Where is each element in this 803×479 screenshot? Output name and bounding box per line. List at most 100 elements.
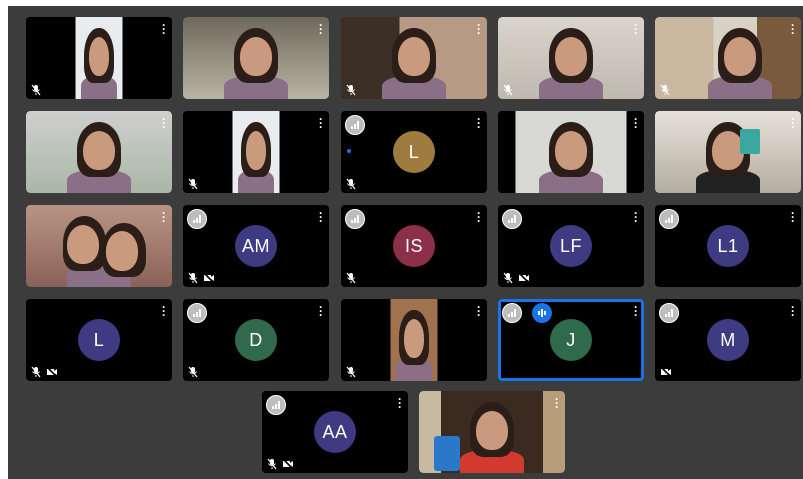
participant-avatar: AM bbox=[235, 225, 277, 267]
participant-tile[interactable]: · · · bbox=[341, 17, 487, 99]
participant-avatar: IS bbox=[393, 225, 435, 267]
menu-dot: · bbox=[634, 26, 638, 40]
participant-tile[interactable]: J · · · bbox=[498, 299, 644, 381]
speaking-indicator-icon bbox=[532, 303, 552, 323]
more-options-icon[interactable]: · · · bbox=[318, 19, 324, 40]
participant-video bbox=[183, 17, 329, 99]
participant-tile[interactable]: · · · bbox=[26, 17, 172, 99]
more-options-icon[interactable]: · · · bbox=[318, 301, 324, 322]
participant-tile[interactable]: · · · bbox=[26, 111, 172, 193]
participant-avatar: L bbox=[393, 131, 435, 173]
participant-tile[interactable]: · · · bbox=[498, 17, 644, 99]
mic-muted-icon bbox=[346, 366, 356, 378]
menu-dot: · bbox=[398, 400, 402, 414]
menu-dot: · bbox=[477, 308, 481, 322]
participant-tile[interactable]: L · · · bbox=[341, 111, 487, 193]
mic-muted-icon bbox=[188, 178, 198, 190]
participant-avatar: LF bbox=[550, 225, 592, 267]
participant-video bbox=[341, 17, 487, 99]
participant-tile[interactable]: M · · · bbox=[655, 299, 801, 381]
person-face bbox=[245, 130, 267, 171]
participant-status bbox=[188, 178, 198, 190]
participant-tile[interactable]: AA · · · bbox=[262, 391, 408, 473]
more-options-icon[interactable]: · · · bbox=[633, 113, 639, 134]
camera-off-icon bbox=[518, 273, 530, 283]
participant-tile[interactable]: AM · · · bbox=[183, 205, 329, 287]
menu-dot: · bbox=[162, 26, 166, 40]
participant-tile[interactable]: · · · bbox=[655, 17, 801, 99]
mic-muted-icon bbox=[31, 84, 41, 96]
more-options-icon[interactable]: · · · bbox=[554, 393, 560, 414]
camera-off-icon bbox=[282, 459, 294, 469]
menu-dot: · bbox=[791, 308, 795, 322]
participant-video bbox=[341, 299, 487, 381]
teal-mug bbox=[739, 129, 761, 154]
participant-video bbox=[655, 111, 801, 193]
menu-dot: · bbox=[319, 26, 323, 40]
participant-tile[interactable]: L1 · · · bbox=[655, 205, 801, 287]
more-options-icon[interactable]: · · · bbox=[161, 301, 167, 321]
signal-strength-icon bbox=[345, 209, 365, 229]
more-options-icon[interactable]: · · · bbox=[318, 113, 324, 133]
mic-muted-icon bbox=[188, 272, 198, 284]
participant-tile[interactable]: · · · bbox=[183, 17, 329, 99]
more-options-icon[interactable]: · · · bbox=[476, 301, 482, 322]
participant-status bbox=[346, 272, 356, 284]
participant-tile[interactable]: · · · bbox=[183, 111, 329, 193]
participant-tile[interactable]: · · · bbox=[655, 111, 801, 193]
mic-muted-icon bbox=[346, 272, 356, 284]
more-options-icon[interactable]: · · · bbox=[161, 19, 167, 40]
blue-can bbox=[433, 436, 460, 471]
more-options-icon[interactable]: · · · bbox=[161, 113, 167, 133]
mic-muted-icon bbox=[503, 84, 513, 96]
person-face bbox=[554, 130, 588, 171]
participant-video bbox=[26, 17, 172, 99]
menu-dot: · bbox=[319, 308, 323, 322]
more-options-icon[interactable]: · · · bbox=[476, 207, 482, 227]
menu-dot: · bbox=[634, 120, 638, 134]
person-face bbox=[88, 36, 110, 77]
mic-muted-icon bbox=[660, 84, 670, 96]
participant-tile[interactable]: IS · · · bbox=[341, 205, 487, 287]
participant-status bbox=[188, 366, 198, 378]
participant-status bbox=[660, 366, 672, 378]
participant-status bbox=[503, 84, 513, 96]
more-options-icon[interactable]: · · · bbox=[318, 207, 324, 227]
more-options-icon[interactable]: · · · bbox=[476, 113, 482, 133]
menu-dot: · bbox=[555, 400, 559, 414]
person-face bbox=[66, 224, 99, 265]
person-face bbox=[397, 36, 431, 77]
signal-strength-icon bbox=[187, 209, 207, 229]
more-options-icon[interactable]: · · · bbox=[633, 301, 639, 321]
participant-video bbox=[26, 111, 172, 193]
participant-tile[interactable]: D · · · bbox=[183, 299, 329, 381]
mic-muted-icon bbox=[346, 84, 356, 96]
camera-off-icon bbox=[203, 273, 215, 283]
more-options-icon[interactable]: · · · bbox=[790, 19, 796, 39]
person-face bbox=[82, 130, 116, 171]
participant-avatar: J bbox=[550, 319, 592, 361]
more-options-icon[interactable]: · · · bbox=[161, 207, 167, 227]
camera-off-icon bbox=[46, 367, 58, 377]
mic-muted-icon bbox=[31, 366, 41, 378]
more-options-icon[interactable]: · · · bbox=[790, 301, 796, 322]
participant-status bbox=[267, 458, 294, 470]
person-face bbox=[106, 231, 139, 271]
signal-strength-icon bbox=[187, 303, 207, 323]
person-face bbox=[554, 36, 588, 77]
participant-status bbox=[31, 366, 58, 378]
more-options-icon[interactable]: · · · bbox=[790, 207, 796, 227]
participant-tile[interactable]: L · · · bbox=[26, 299, 172, 381]
participant-tile[interactable]: · · · bbox=[26, 205, 172, 287]
more-options-icon[interactable]: · · · bbox=[790, 113, 796, 133]
participant-tile[interactable]: · · · bbox=[419, 391, 565, 473]
more-options-icon[interactable]: · · · bbox=[476, 19, 482, 40]
menu-dot: · bbox=[477, 26, 481, 40]
participant-status bbox=[31, 84, 41, 96]
more-options-icon[interactable]: · · · bbox=[633, 207, 639, 227]
more-options-icon[interactable]: · · · bbox=[397, 393, 403, 414]
participant-tile[interactable]: LF · · · bbox=[498, 205, 644, 287]
participant-tile[interactable]: · · · bbox=[341, 299, 487, 381]
more-options-icon[interactable]: · · · bbox=[633, 19, 639, 40]
participant-tile[interactable]: · · · bbox=[498, 111, 644, 193]
